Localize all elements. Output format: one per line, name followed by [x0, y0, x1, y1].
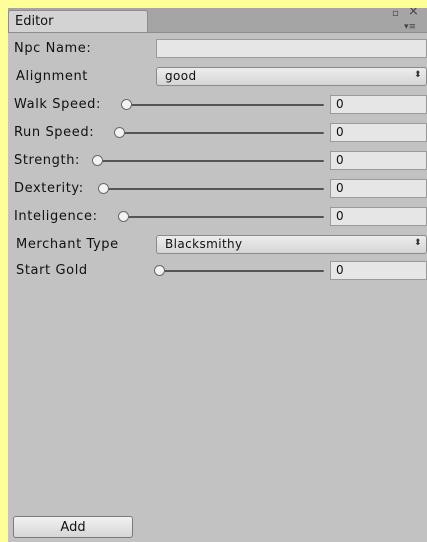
- merchant-type-dropdown[interactable]: Blacksmithy ⬍: [156, 235, 427, 254]
- strength-label: Strength:: [14, 153, 81, 168]
- dropdown-arrow-icon: ⬍: [414, 70, 422, 80]
- strength-input[interactable]: 0: [330, 151, 427, 170]
- dexterity-row: Dexterity: 0: [8, 178, 427, 200]
- inteligence-input[interactable]: 0: [330, 207, 427, 226]
- run-speed-label: Run Speed:: [14, 125, 95, 140]
- start-gold-label: Start Gold: [16, 263, 88, 278]
- dexterity-input[interactable]: 0: [330, 179, 427, 198]
- dexterity-slider-knob[interactable]: [98, 183, 109, 194]
- walk-speed-slider-knob[interactable]: [121, 99, 132, 110]
- dexterity-slider[interactable]: [102, 188, 324, 190]
- inteligence-slider-knob[interactable]: [118, 211, 129, 222]
- dexterity-label: Dexterity:: [14, 181, 84, 196]
- walk-speed-row: Walk Speed: 0: [8, 94, 427, 116]
- run-speed-input[interactable]: 0: [330, 123, 427, 142]
- run-speed-row: Run Speed: 0: [8, 122, 427, 144]
- strength-row: Strength: 0: [8, 150, 427, 172]
- inteligence-row: Inteligence: 0: [8, 206, 427, 228]
- walk-speed-input[interactable]: 0: [330, 95, 427, 114]
- run-speed-slider[interactable]: [118, 132, 324, 134]
- editor-window: Editor ▫ × ▾≡ Npc Name: Alignment good ⬍…: [8, 8, 427, 542]
- merchant-type-row: Merchant Type Blacksmithy ⬍: [8, 234, 427, 256]
- start-gold-input[interactable]: 0: [330, 261, 427, 280]
- dropdown-arrow-icon: ⬍: [414, 238, 422, 248]
- strength-slider-knob[interactable]: [92, 155, 103, 166]
- start-gold-slider[interactable]: [158, 270, 324, 272]
- start-gold-row: Start Gold 0: [8, 260, 427, 282]
- walk-speed-label: Walk Speed:: [14, 97, 101, 112]
- tab-editor[interactable]: Editor: [8, 10, 148, 32]
- npc-name-label: Npc Name:: [14, 41, 92, 56]
- add-button-label: Add: [60, 520, 86, 535]
- alignment-row: Alignment good ⬍: [8, 66, 427, 88]
- tab-editor-label: Editor: [15, 14, 54, 29]
- run-speed-slider-knob[interactable]: [114, 127, 125, 138]
- merchant-type-label: Merchant Type: [16, 237, 119, 252]
- merchant-type-selected: Blacksmithy: [165, 237, 243, 251]
- maximize-icon[interactable]: ▫: [392, 9, 399, 19]
- tab-bar: Editor ▫ × ▾≡: [8, 8, 427, 33]
- add-button[interactable]: Add: [13, 516, 133, 538]
- menu-icon[interactable]: ▾≡: [404, 22, 416, 32]
- alignment-selected: good: [165, 69, 197, 83]
- alignment-dropdown[interactable]: good ⬍: [156, 67, 427, 86]
- inteligence-slider[interactable]: [122, 216, 324, 218]
- strength-slider[interactable]: [96, 160, 324, 162]
- inteligence-label: Inteligence:: [14, 209, 98, 224]
- alignment-label: Alignment: [16, 69, 89, 84]
- close-icon[interactable]: ×: [408, 8, 419, 18]
- npc-name-row: Npc Name:: [8, 38, 427, 60]
- start-gold-slider-knob[interactable]: [154, 265, 165, 276]
- npc-name-input[interactable]: [156, 39, 427, 58]
- walk-speed-slider[interactable]: [125, 104, 324, 106]
